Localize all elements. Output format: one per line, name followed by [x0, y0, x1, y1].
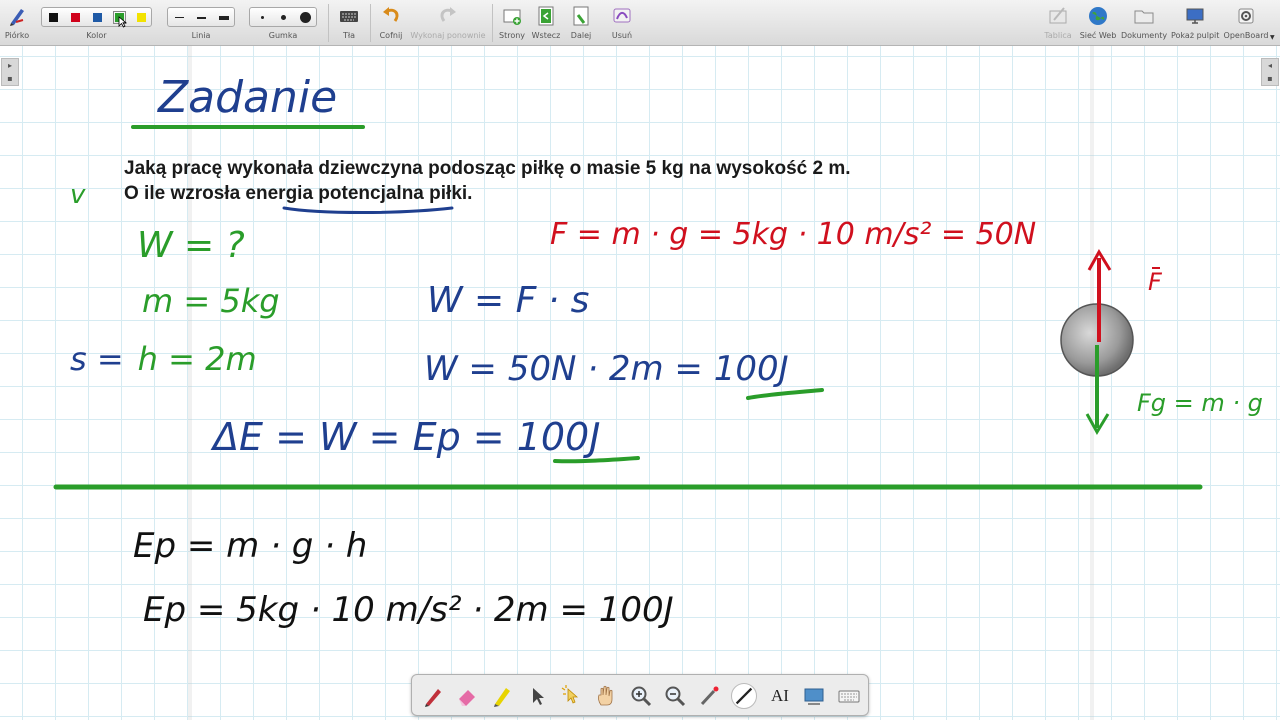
- main-toolbar: Piórko Kolor Linia Gumka Tła Cofnij Wyko…: [0, 0, 1280, 46]
- separator: [328, 4, 329, 42]
- line-width-thick[interactable]: [219, 16, 229, 20]
- delete-icon: [613, 8, 631, 23]
- web-label: Sieć Web: [1079, 31, 1117, 40]
- previous-label: Wstecz: [531, 31, 561, 40]
- separator: [492, 4, 493, 42]
- show-desktop-button[interactable]: Pokaż pulpit: [1171, 0, 1219, 46]
- eraser-size-medium[interactable]: [281, 15, 286, 20]
- eraser-label: Gumka: [268, 31, 298, 40]
- pages-label: Strony: [498, 31, 526, 40]
- selector-icon[interactable]: [524, 683, 550, 709]
- undo-button[interactable]: Cofnij: [376, 0, 406, 46]
- heading-zadanie: Zadanie: [157, 72, 337, 123]
- next-page-button[interactable]: Dalej: [566, 0, 596, 46]
- undo-label: Cofnij: [379, 31, 403, 40]
- board-button[interactable]: Tablica: [1042, 0, 1074, 46]
- folder-icon: [1134, 10, 1154, 24]
- backgrounds-button[interactable]: Tła: [334, 0, 364, 46]
- monitor-icon: [1186, 8, 1204, 24]
- color-swatch-black[interactable]: [49, 13, 58, 22]
- work-formula: W = F · s: [427, 280, 589, 321]
- laser-pointer-icon[interactable]: [697, 683, 723, 709]
- previous-page-button[interactable]: Wstecz: [530, 0, 562, 46]
- force-label: F: [1148, 268, 1163, 296]
- color-swatch-blue[interactable]: [93, 13, 102, 22]
- potential-energy-calculation: Ep = 5kg · 10 m/s² · 2m = 100J: [143, 590, 674, 630]
- color-swatch-red[interactable]: [71, 13, 80, 22]
- color-label: Kolor: [86, 31, 107, 40]
- color-swatch-yellow[interactable]: [137, 13, 146, 22]
- undo-icon: [383, 7, 399, 22]
- hand-icon[interactable]: [593, 683, 619, 709]
- next-page-icon: [573, 6, 589, 26]
- documents-label: Dokumenty: [1121, 31, 1168, 40]
- desktop-label: Pokaż pulpit: [1171, 31, 1220, 40]
- given-mass: m = 5kg: [142, 282, 280, 320]
- web-button[interactable]: Sieć Web: [1079, 0, 1117, 46]
- line-label: Linia: [191, 31, 211, 40]
- check-mark: v: [70, 180, 86, 210]
- eraser-size-picker: [249, 7, 317, 27]
- next-label: Dalej: [570, 31, 592, 40]
- tool-palette: AI: [411, 674, 869, 716]
- eraser-icon[interactable]: [454, 683, 480, 709]
- pen-tool-button[interactable]: Piórko: [2, 0, 32, 46]
- keyboard-icon[interactable]: [836, 683, 862, 709]
- add-page-icon: [503, 9, 521, 25]
- energy-equation: ΔE = W = Ep = 100J: [210, 415, 600, 459]
- line-width-picker: [167, 7, 235, 27]
- energy-underline: [282, 206, 454, 214]
- eraser-size-small[interactable]: [261, 16, 264, 19]
- work-result-underline: [746, 388, 824, 400]
- given-distance: s = h = 2m: [70, 340, 257, 378]
- openboard-label: OpenBoard: [1223, 31, 1269, 40]
- capture-icon[interactable]: [801, 683, 827, 709]
- openboard-menu-button[interactable]: OpenBoard: [1222, 0, 1270, 46]
- mouse-cursor-icon: [118, 16, 127, 28]
- work-calculation: W = 50N · 2m = 100J: [424, 349, 789, 389]
- globe-icon: [1089, 7, 1107, 25]
- pen-icon[interactable]: [420, 683, 446, 709]
- gear-icon: [1238, 8, 1254, 24]
- board-icon: [1049, 7, 1067, 24]
- redo-button[interactable]: Wykonaj ponownie: [410, 0, 486, 46]
- gravity-label: Fg = m · g: [1137, 389, 1263, 417]
- line-width-thin[interactable]: [175, 17, 184, 18]
- board-label: Tablica: [1044, 31, 1072, 40]
- whiteboard-canvas[interactable]: ▸ ▪ ◂ ▪ Jaką pracę wykonała dziewczyna pod…: [0, 46, 1280, 720]
- zoom-in-icon[interactable]: [628, 683, 654, 709]
- previous-page-icon: [538, 6, 554, 26]
- delete-button[interactable]: Usuń: [607, 0, 637, 46]
- pen-icon: [10, 9, 24, 26]
- dropdown-arrow-icon[interactable]: ▼: [1270, 34, 1275, 41]
- color-picker: [41, 7, 152, 27]
- force-equation: F = m · g = 5kg · 10 m/s² = 50N: [550, 217, 1036, 252]
- redo-label: Wykonaj ponownie: [410, 31, 486, 40]
- separator: [370, 4, 371, 42]
- eraser-size-large[interactable]: [300, 12, 311, 23]
- unknown-work: W = ?: [137, 225, 245, 266]
- interact-icon[interactable]: [558, 683, 584, 709]
- backgrounds-label: Tła: [342, 31, 356, 40]
- potential-energy-formula: Ep = m · g · h: [133, 526, 367, 566]
- keyboard-icon: [340, 11, 358, 22]
- pen-label: Piórko: [4, 31, 30, 40]
- marker-icon[interactable]: [489, 683, 515, 709]
- redo-icon: [440, 7, 456, 22]
- pages-button[interactable]: Strony: [497, 0, 527, 46]
- text-icon[interactable]: AI: [767, 683, 793, 709]
- zoom-out-icon[interactable]: [662, 683, 688, 709]
- line-width-medium[interactable]: [197, 17, 206, 19]
- ink-layer: Zadanie v W = ? m = 5kg s = h = 2m F = m …: [53, 72, 1263, 630]
- line-icon[interactable]: [731, 683, 757, 709]
- delete-label: Usuń: [611, 31, 633, 40]
- documents-button[interactable]: Dokumenty: [1121, 0, 1167, 46]
